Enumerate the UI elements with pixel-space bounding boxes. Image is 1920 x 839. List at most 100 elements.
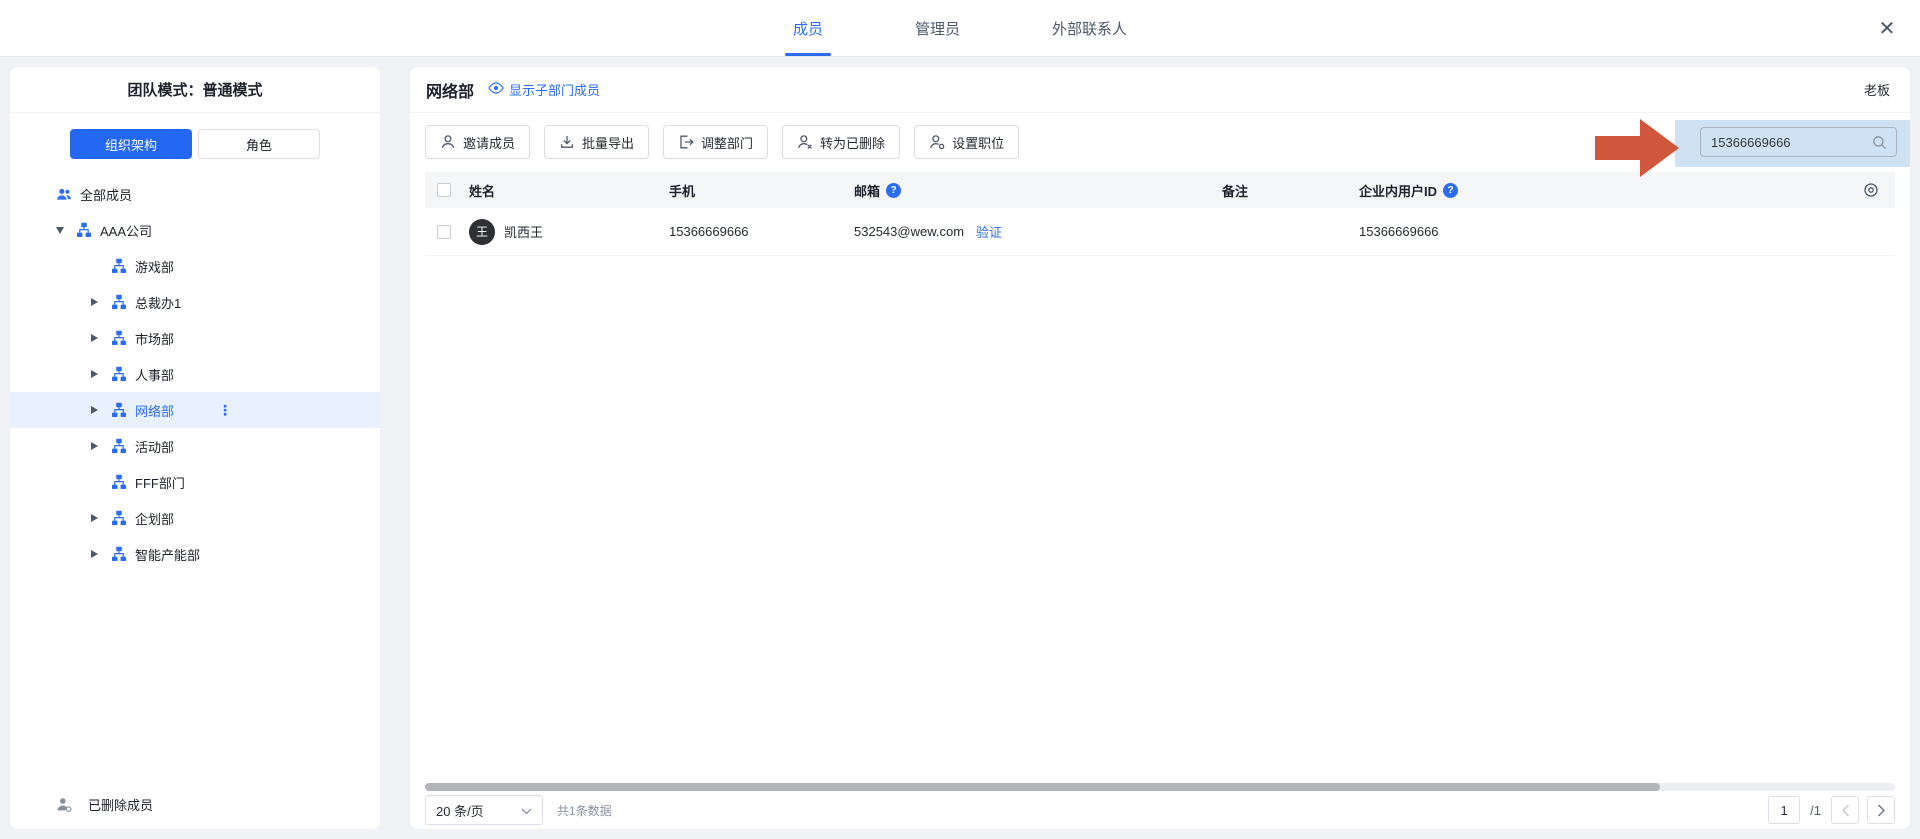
- tab-admins[interactable]: 管理员: [869, 0, 1006, 56]
- show-subdept-link[interactable]: 显示子部门成员: [488, 80, 600, 99]
- col-remark: 备注: [1222, 181, 1359, 200]
- caret-right-icon[interactable]: [91, 442, 111, 450]
- org-structure-button[interactable]: 组织架构: [70, 129, 192, 159]
- deleted-person-icon: [56, 796, 72, 812]
- next-page-button[interactable]: [1867, 796, 1895, 824]
- total-count-label: 共1条数据: [557, 802, 612, 819]
- department-icon: [76, 222, 92, 238]
- chevron-down-icon: [521, 803, 532, 818]
- deleted-members-link[interactable]: 已删除成员: [56, 791, 153, 817]
- caret-right-icon[interactable]: [91, 550, 111, 558]
- help-icon[interactable]: ?: [886, 183, 901, 198]
- horizontal-scrollbar: [425, 783, 1895, 791]
- department-icon: [111, 546, 127, 562]
- tree-item-dept-hr[interactable]: 人事部: [10, 356, 380, 392]
- pagination-bar: 20 条/页 共1条数据 /1: [425, 791, 1895, 829]
- member-email: 532543@wew.com: [854, 224, 964, 239]
- deleted-members-label: 已删除成员: [88, 795, 153, 814]
- column-settings-icon[interactable]: [1847, 182, 1895, 198]
- department-icon: [111, 438, 127, 454]
- page-size-value: 20 条/页: [436, 801, 515, 820]
- team-mode-title: 团队模式：普通模式: [10, 67, 380, 113]
- show-subdept-label: 显示子部门成员: [509, 80, 600, 99]
- page-number-input[interactable]: [1768, 796, 1800, 824]
- role-button[interactable]: 角色: [198, 129, 320, 159]
- person-icon: [440, 134, 456, 150]
- move-to-deleted-button[interactable]: 转为已删除: [782, 125, 900, 159]
- table-row[interactable]: 王 凯西王 15366669666 532543@wew.com 验证 1536…: [425, 208, 1895, 256]
- department-title: 网络部: [426, 78, 474, 102]
- department-icon: [111, 258, 127, 274]
- panel-header: 网络部 显示子部门成员 老板: [410, 67, 1910, 113]
- caret-right-icon[interactable]: [91, 334, 111, 342]
- department-icon: [111, 330, 127, 346]
- tab-members[interactable]: 成员: [747, 0, 869, 56]
- person-x-icon: [797, 134, 813, 150]
- col-email: 邮箱 ?: [854, 181, 1222, 200]
- tree-item-dept-games[interactable]: 游戏部: [10, 248, 380, 284]
- department-icon: [111, 294, 127, 310]
- col-name: 姓名: [469, 181, 669, 200]
- tree-item-dept-planning[interactable]: 企划部: [10, 500, 380, 536]
- invite-member-button[interactable]: 邀请成员: [425, 125, 530, 159]
- tab-external-contacts[interactable]: 外部联系人: [1006, 0, 1173, 56]
- annotation-arrow-icon: [1595, 117, 1681, 182]
- tree-item-dept-president-office[interactable]: 总裁办1: [10, 284, 380, 320]
- search-icon[interactable]: [1872, 135, 1896, 150]
- department-icon: [111, 366, 127, 382]
- more-actions-icon[interactable]: ⋮: [218, 403, 232, 417]
- prev-page-button[interactable]: [1831, 796, 1859, 824]
- member-phone: 15366669666: [669, 224, 854, 239]
- tree-item-label: 人事部: [135, 365, 174, 384]
- top-tab-bar: 成员 管理员 外部联系人 ✕: [0, 0, 1920, 57]
- tree-item-label: FFF部门: [135, 473, 185, 492]
- page-total-label: /1: [1810, 803, 1821, 818]
- col-user-id: 企业内用户ID ?: [1359, 181, 1847, 200]
- tree-item-dept-smart-capacity[interactable]: 智能产能部: [10, 536, 380, 572]
- avatar: 王: [469, 219, 495, 245]
- caret-right-icon[interactable]: [91, 514, 111, 522]
- tree-item-label: 全部成员: [80, 185, 132, 204]
- tree-item-dept-network[interactable]: 网络部 ⋮: [10, 392, 380, 428]
- scrollbar-thumb[interactable]: [425, 783, 1660, 791]
- caret-down-icon[interactable]: [56, 227, 76, 234]
- tabs: 成员 管理员 外部联系人: [747, 0, 1173, 56]
- help-icon[interactable]: ?: [1443, 183, 1458, 198]
- adjust-department-button[interactable]: 调整部门: [663, 125, 768, 159]
- close-icon[interactable]: ✕: [1874, 15, 1900, 41]
- batch-export-button[interactable]: 批量导出: [544, 125, 649, 159]
- verify-email-link[interactable]: 验证: [976, 222, 1002, 241]
- tree-item-label: 游戏部: [135, 257, 174, 276]
- tree-item-dept-fff[interactable]: FFF部门: [10, 464, 380, 500]
- tree-item-label: 智能产能部: [135, 545, 200, 564]
- owner-role-label[interactable]: 老板: [1864, 80, 1890, 99]
- tree-item-all-members[interactable]: 全部成员: [10, 176, 380, 212]
- tree-item-dept-activity[interactable]: 活动部: [10, 428, 380, 464]
- tree-item-company[interactable]: AAA公司: [10, 212, 380, 248]
- member-table: 姓名 手机 邮箱 ? 备注 企业内用户ID ? 王 凯西王 1536666966…: [425, 172, 1895, 256]
- download-icon: [559, 134, 575, 150]
- tree-item-dept-marketing[interactable]: 市场部: [10, 320, 380, 356]
- department-icon: [111, 474, 127, 490]
- annotation-highlight: [1675, 120, 1910, 167]
- eye-icon: [488, 82, 504, 97]
- caret-right-icon[interactable]: [91, 370, 111, 378]
- person-gear-icon: [929, 134, 945, 150]
- row-checkbox[interactable]: [437, 225, 451, 239]
- department-icon: [111, 402, 127, 418]
- tree-item-label: 活动部: [135, 437, 174, 456]
- caret-right-icon[interactable]: [91, 298, 111, 306]
- member-user-id: 15366669666: [1359, 224, 1847, 239]
- select-all-checkbox[interactable]: [437, 183, 451, 197]
- page-size-select[interactable]: 20 条/页: [425, 795, 543, 825]
- org-sidebar: 团队模式：普通模式 组织架构 角色 全部成员 AAA公司 游戏部: [10, 67, 380, 829]
- caret-right-icon[interactable]: [91, 406, 111, 414]
- tree-item-label: AAA公司: [100, 221, 152, 240]
- member-name[interactable]: 凯西王: [504, 222, 543, 241]
- tree-item-label: 网络部: [135, 401, 174, 420]
- tree-item-label: 企划部: [135, 509, 174, 528]
- set-position-button[interactable]: 设置职位: [914, 125, 1019, 159]
- member-search: [1700, 127, 1897, 157]
- mode-switch: 组织架构 角色: [10, 129, 380, 159]
- search-input[interactable]: [1701, 135, 1872, 150]
